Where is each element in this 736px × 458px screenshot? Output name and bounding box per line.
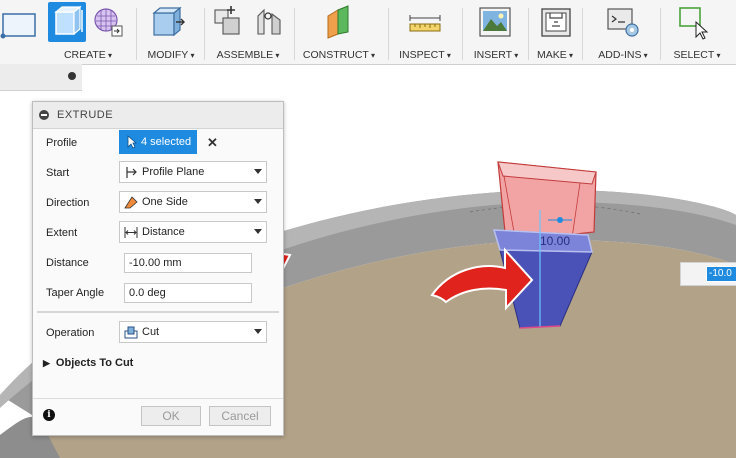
section-divider: [37, 311, 279, 313]
distance-value: -10.00 mm: [129, 257, 182, 269]
operation-label: Operation: [46, 327, 95, 339]
extent-value: Distance: [142, 226, 185, 238]
objects-to-cut-label: Objects To Cut: [55, 357, 134, 369]
assemble-menu-label: ASSEMBLE: [207, 49, 289, 61]
one-side-icon: [124, 196, 138, 209]
toolbar-separator: [388, 8, 389, 60]
clear-selection-icon[interactable]: ✕: [207, 135, 218, 151]
direction-dropdown[interactable]: One Side: [119, 191, 267, 213]
insert-menu-label: INSERT: [466, 49, 526, 61]
profile-plane-icon: [126, 167, 137, 178]
caret-right-icon: ▶: [43, 358, 50, 368]
cursor-icon: [127, 135, 137, 149]
distance-label: Distance: [46, 257, 89, 269]
operation-value: Cut: [142, 326, 160, 338]
construct-menu[interactable]: CONSTRUCT: [298, 0, 380, 64]
dialog-title: EXTRUDE: [57, 109, 114, 121]
start-dropdown[interactable]: Profile Plane: [119, 161, 267, 183]
chevron-down-icon: [254, 329, 262, 334]
toolbar-separator: [136, 8, 137, 60]
sketch-icon[interactable]: [0, 4, 40, 40]
dimension-label[interactable]: 10.00: [540, 234, 570, 248]
extent-dropdown[interactable]: Distance: [119, 221, 267, 243]
inspect-menu-label: INSPECT: [392, 49, 458, 61]
direction-value: One Side: [142, 196, 188, 208]
chevron-down-icon: [254, 169, 262, 174]
add-ins-menu[interactable]: ADD-INS: [588, 0, 658, 64]
chevron-down-icon: [254, 229, 262, 234]
modify-menu-label: MODIFY: [139, 49, 203, 61]
chevron-down-icon: [254, 199, 262, 204]
toolbar-separator: [462, 8, 463, 60]
toolbar-separator: [528, 8, 529, 60]
info-icon[interactable]: i: [43, 409, 55, 421]
profile-selection-button[interactable]: 4 selected: [119, 130, 197, 154]
extent-label: Extent: [46, 227, 78, 239]
modify-menu[interactable]: MODIFY: [139, 0, 203, 64]
assemble-menu[interactable]: ASSEMBLE: [207, 0, 289, 64]
direction-label: Direction: [46, 197, 90, 209]
insert-menu[interactable]: INSERT: [466, 0, 526, 64]
create-menu-label: CREATE: [52, 49, 124, 61]
toolbar-separator: [660, 8, 661, 60]
taper-angle-value: 0.0 deg: [129, 287, 166, 299]
construct-menu-label: CONSTRUCT: [298, 49, 380, 61]
dialog-header[interactable]: EXTRUDE: [33, 102, 283, 129]
ok-button[interactable]: OK: [141, 406, 201, 426]
distance-icon: [124, 227, 138, 238]
toolbar-separator: [294, 8, 295, 60]
toolbar-separator: [204, 8, 205, 60]
extrude-dialog: EXTRUDE Profile 4 selected ✕ Start Profi…: [32, 101, 284, 436]
cancel-button[interactable]: Cancel: [209, 406, 271, 426]
browser-strip: [0, 64, 82, 91]
taper-angle-input[interactable]: 0.0 deg: [124, 283, 252, 303]
objects-to-cut-toggle[interactable]: ▶ Objects To Cut: [43, 357, 133, 369]
create-menu[interactable]: CREATE: [52, 0, 124, 64]
toolbar: CREATE MODIFY ASSEMBLE CONSTRUCT INSPEC: [0, 0, 736, 65]
distance-input[interactable]: -10.00 mm: [124, 253, 252, 273]
start-label: Start: [46, 167, 70, 179]
start-value: Profile Plane: [142, 166, 205, 178]
add-ins-menu-label: ADD-INS: [588, 49, 658, 61]
make-menu-label: MAKE: [530, 49, 580, 61]
operation-dropdown[interactable]: Cut: [119, 321, 267, 343]
footer-divider: [33, 398, 283, 399]
make-menu[interactable]: MAKE: [530, 0, 580, 64]
cut-icon: [124, 326, 138, 339]
profile-selection-count: 4 selected: [141, 136, 192, 148]
inspect-menu[interactable]: INSPECT: [392, 0, 458, 64]
collapse-icon[interactable]: [39, 110, 49, 120]
toolbar-separator: [582, 8, 583, 60]
profile-label: Profile: [46, 137, 78, 149]
taper-angle-label: Taper Angle: [46, 287, 105, 299]
distance-value-input[interactable]: -10.0: [706, 266, 736, 282]
select-menu[interactable]: SELECT: [662, 0, 732, 64]
browser-collapse-icon[interactable]: [68, 72, 76, 80]
select-menu-label: SELECT: [662, 49, 732, 61]
